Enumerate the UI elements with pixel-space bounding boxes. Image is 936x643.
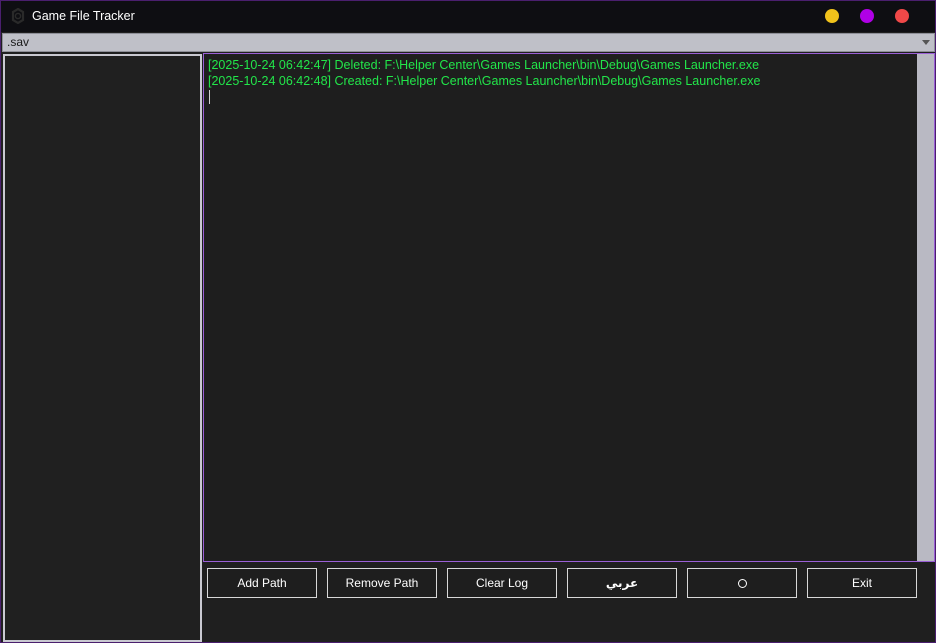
close-button[interactable]	[895, 9, 909, 23]
extension-filter-dropdown[interactable]: .sav	[2, 33, 935, 52]
add-path-button[interactable]: Add Path	[207, 568, 317, 598]
extension-filter-value: .sav	[7, 35, 30, 49]
log-content: [2025-10-24 06:42:47] Deleted: F:\Helper…	[208, 58, 914, 104]
app-logo-icon	[10, 7, 26, 25]
theme-toggle-button[interactable]	[687, 568, 797, 598]
window-title: Game File Tracker	[32, 9, 135, 23]
remove-path-button[interactable]: Remove Path	[327, 568, 437, 598]
minimize-button[interactable]	[825, 9, 839, 23]
exit-button[interactable]: Exit	[807, 568, 917, 598]
chevron-down-icon[interactable]	[922, 40, 930, 45]
log-line: [2025-10-24 06:42:47] Deleted: F:\Helper…	[208, 58, 760, 72]
circle-icon	[737, 578, 747, 588]
watched-paths-list[interactable]	[3, 54, 202, 642]
app-window: Game File Tracker .sav [2025-10-24 06:42…	[0, 0, 936, 643]
text-caret	[209, 90, 210, 104]
title-bar[interactable]: Game File Tracker	[1, 1, 935, 32]
log-scrollbar[interactable]	[917, 54, 934, 561]
log-textbox[interactable]: [2025-10-24 06:42:47] Deleted: F:\Helper…	[203, 53, 935, 562]
maximize-button[interactable]	[860, 9, 874, 23]
language-toggle-button[interactable]: عربي	[567, 568, 677, 598]
clear-log-button[interactable]: Clear Log	[447, 568, 557, 598]
log-line: [2025-10-24 06:42:48] Created: F:\Helper…	[208, 73, 761, 88]
